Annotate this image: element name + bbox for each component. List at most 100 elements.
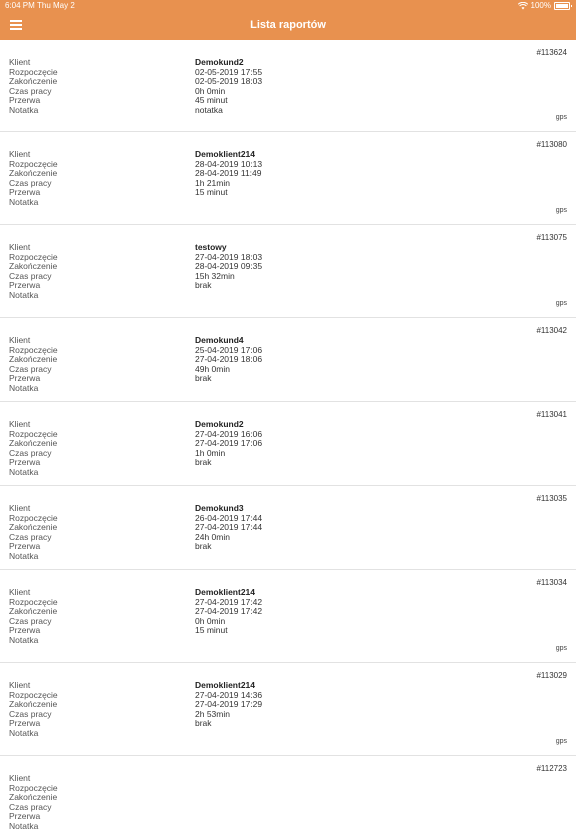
report-row-start: Rozpoczęcie 27-04-2019 18:03 [0, 252, 576, 262]
field-value: Demokund4 [195, 335, 244, 345]
field-label: Czas pracy [9, 801, 52, 812]
field-value: brak [195, 280, 212, 290]
field-label: Rozpoczęcie [9, 512, 58, 523]
report-row-end: Zakończenie 27-04-2019 17:44 [0, 522, 576, 532]
field-label: Klient [9, 503, 31, 513]
wifi-icon [517, 2, 528, 10]
field-value: Demoklient214 [195, 680, 255, 690]
field-value: 27-04-2019 18:06 [195, 354, 263, 364]
report-card[interactable]: #112723 Klient Rozpoczęcie Zakończenie Czas … [0, 756, 576, 831]
field-value: 27-04-2019 17:44 [195, 522, 263, 532]
report-row-start: Rozpoczęcie 27-04-2019 16:06 [0, 429, 576, 439]
report-card[interactable]: #113035 Klient Demokund3 Rozpoczęcie 26-04-2… [0, 486, 576, 570]
field-value: 27-04-2019 17:06 [195, 438, 263, 448]
field-label: Zakończenie [9, 438, 58, 448]
report-card[interactable]: #113034 Klient Demoklient214 Rozpoczęcie 27-… [0, 570, 576, 663]
field-label: Rozpoczęcie [9, 251, 58, 262]
field-label: Notatka [9, 382, 39, 393]
report-id: #113080 [536, 140, 567, 149]
report-row-break: Przerwa brak [0, 718, 576, 728]
report-row-end: Zakończenie 27-04-2019 17:42 [0, 606, 576, 616]
field-label: Przerwa [9, 187, 41, 197]
report-row-client: Klient Demoklient214 [0, 149, 576, 159]
field-value: Demokund2 [195, 57, 244, 67]
report-card[interactable]: #113080 Klient Demoklient214 Rozpoczęcie 28-… [0, 132, 576, 225]
field-value: 15 minut [195, 625, 228, 635]
field-label: Czas pracy [9, 177, 52, 188]
gps-label: gps [555, 645, 567, 652]
field-label: Klient [9, 419, 31, 429]
field-label: Notatka [9, 727, 39, 738]
field-value: brak [195, 541, 212, 551]
report-row-note: Notatka [0, 197, 576, 207]
status-date: Thu May 2 [37, 1, 75, 10]
report-card[interactable]: #113042 Klient Demokund4 Rozpoczęcie 25-04-2… [0, 318, 576, 402]
report-id: #113029 [536, 671, 567, 680]
report-row-note: Notatka notatka [0, 105, 576, 115]
field-label: Zakończenie [9, 76, 58, 86]
report-row-break: Przerwa brak [0, 541, 576, 551]
field-label: Przerwa [9, 718, 41, 728]
field-value: brak [195, 373, 212, 383]
field-label: Notatka [9, 634, 39, 645]
report-row-start: Rozpoczęcie [0, 783, 576, 793]
battery-percent: 100% [530, 1, 551, 10]
field-label: Klient [9, 57, 31, 67]
field-label: Czas pracy [9, 531, 52, 542]
report-row-break: Przerwa 15 minut [0, 625, 576, 635]
field-label: Rozpoczęcie [9, 66, 58, 77]
report-row-client: Klient Demokund4 [0, 335, 576, 345]
field-value: 26-04-2019 17:44 [195, 512, 263, 523]
field-value: 1h 21min [195, 177, 230, 188]
report-row-note: Notatka [0, 467, 576, 477]
field-label: Klient [9, 242, 31, 252]
field-label: Czas pracy [9, 85, 52, 96]
gps-label: gps [555, 114, 567, 121]
report-id: #113034 [536, 578, 567, 587]
gps-label: gps [555, 300, 567, 307]
report-row-client: Klient Demoklient214 [0, 587, 576, 597]
report-row-end: Zakończenie 28-04-2019 11:49 [0, 168, 576, 178]
report-row-break: Przerwa brak [0, 280, 576, 290]
status-time: 6:04 PM [5, 1, 35, 10]
app-header: 6:04 PM Thu May 2 100% Lista raportów [0, 0, 576, 40]
field-label: Rozpoczęcie [9, 596, 58, 607]
report-row-work-time: Czas pracy 2h 53min [0, 709, 576, 719]
field-label: Notatka [9, 196, 39, 207]
field-value: 15h 32min [195, 270, 235, 281]
report-list: #113624 Klient Demokund2 Rozpoczęcie 02-05-2… [0, 40, 576, 831]
report-card[interactable]: #113075 Klient testowy Rozpoczęcie 27-04-201… [0, 225, 576, 318]
field-value: 02-05-2019 17:55 [195, 66, 263, 77]
field-label: Przerwa [9, 811, 41, 821]
report-card[interactable]: #113029 Klient Demoklient214 Rozpoczęcie 27-… [0, 663, 576, 756]
report-row-note: Notatka [0, 383, 576, 393]
field-label: Czas pracy [9, 708, 52, 719]
field-value: 27-04-2019 17:29 [195, 699, 263, 709]
field-value: Demoklient214 [195, 587, 255, 597]
field-value: 25-04-2019 17:06 [195, 344, 263, 355]
report-row-start: Rozpoczęcie 26-04-2019 17:44 [0, 513, 576, 523]
report-row-break: Przerwa 45 minut [0, 95, 576, 105]
report-row-work-time: Czas pracy 24h 0min [0, 532, 576, 542]
report-row-note: Notatka [0, 635, 576, 645]
field-value: 0h 0min [195, 85, 226, 96]
report-row-client: Klient Demokund3 [0, 503, 576, 513]
field-value: brak [195, 718, 212, 728]
report-row-start: Rozpoczęcie 02-05-2019 17:55 [0, 67, 576, 77]
field-label: Klient [9, 587, 31, 597]
field-value: testowy [195, 242, 227, 252]
gps-label: gps [555, 207, 567, 214]
report-card[interactable]: #113041 Klient Demokund2 Rozpoczęcie 27-04-2… [0, 402, 576, 486]
field-label: Zakończenie [9, 606, 58, 616]
report-id: #113042 [536, 326, 567, 335]
report-card[interactable]: #113624 Klient Demokund2 Rozpoczęcie 02-05-2… [0, 40, 576, 132]
field-value: 2h 53min [195, 708, 230, 719]
status-bar: 6:04 PM Thu May 2 100% [0, 0, 576, 12]
field-label: Klient [9, 149, 31, 159]
field-value: 27-04-2019 16:06 [195, 428, 263, 439]
report-row-break: Przerwa brak [0, 457, 576, 467]
field-value: Demokund2 [195, 419, 244, 429]
report-row-client: Klient Demokund2 [0, 419, 576, 429]
report-row-client: Klient testowy [0, 242, 576, 252]
gps-label: gps [555, 738, 567, 745]
